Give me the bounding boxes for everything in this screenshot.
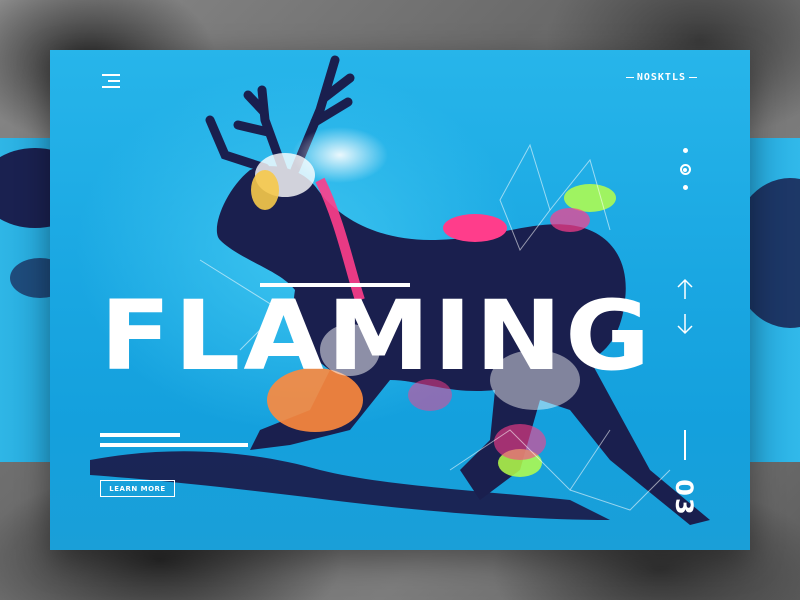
arrow-up-icon[interactable] — [676, 278, 694, 300]
hero-card: NOSKTLS FLAMING LEARN MORE 03 — [50, 50, 750, 550]
brand-logo[interactable]: NOSKTLS — [623, 72, 700, 83]
title-bottom-rule-short — [100, 433, 180, 437]
hamburger-menu-icon[interactable] — [102, 74, 120, 88]
slide-pagination — [679, 148, 691, 201]
hero-title: FLAMING — [100, 280, 654, 392]
pagination-dot-3[interactable] — [682, 185, 688, 190]
pagination-dot-1[interactable] — [682, 148, 688, 153]
slide-number-rule — [684, 430, 686, 460]
title-bottom-rule-long — [100, 443, 248, 447]
pagination-dot-2-active[interactable] — [679, 164, 691, 175]
learn-more-button[interactable]: LEARN MORE — [100, 480, 175, 497]
arrow-down-icon[interactable] — [676, 313, 694, 335]
slide-number: 03 — [670, 479, 698, 517]
